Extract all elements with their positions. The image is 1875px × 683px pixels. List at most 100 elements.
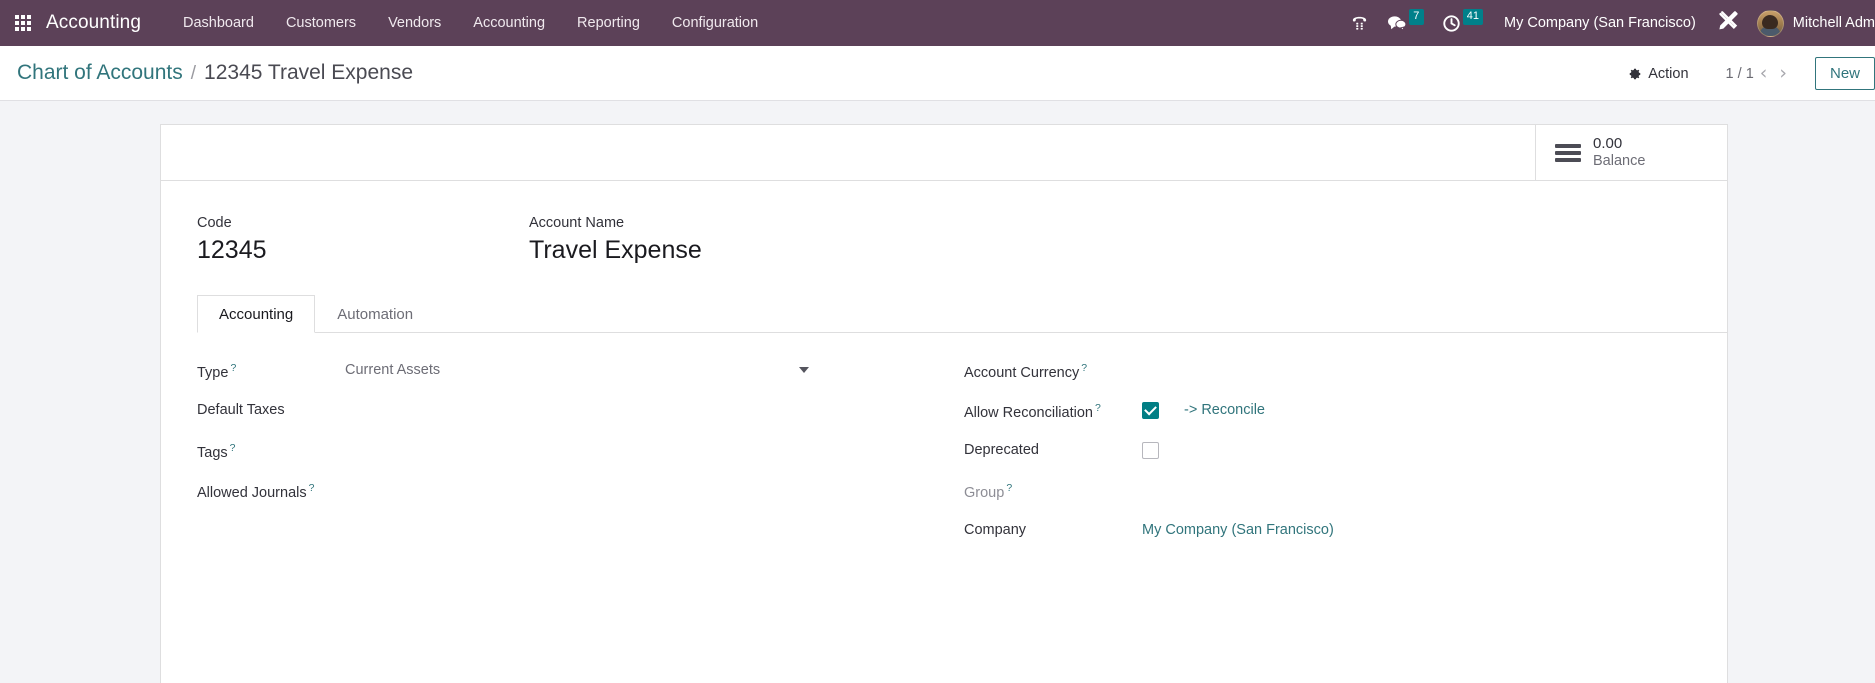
account-currency-label-text: Account Currency — [964, 364, 1080, 381]
allowed-journals-label-text: Allowed Journals — [197, 484, 307, 501]
group-label-text: Group — [964, 484, 1005, 501]
company-field-value: My Company (San Francisco) — [1142, 519, 1687, 541]
top-navbar: Accounting Dashboard Customers Vendors A… — [0, 0, 1875, 46]
pager: 1 / 1 ‹ › — [1726, 64, 1793, 83]
notebook: Accounting Automation Type? Current Asse… — [161, 294, 1727, 559]
activities-count-badge: 41 — [1462, 9, 1484, 25]
field-row-allow-reconciliation: Allow Reconciliation? -> Reconcile — [964, 399, 1687, 437]
tooltip-icon[interactable]: ? — [1081, 362, 1087, 374]
company-label-text: Company — [964, 521, 1027, 538]
action-menu-button[interactable]: Action — [1619, 61, 1697, 87]
field-row-group: Group? — [964, 479, 1687, 517]
tags-field-value[interactable] — [345, 439, 890, 461]
balance-stat-button[interactable]: 0.00 Balance — [1535, 125, 1727, 180]
account-name-field-label: Account Name — [529, 215, 625, 231]
messages-count-badge: 7 — [1408, 9, 1424, 25]
field-row-deprecated: Deprecated — [964, 439, 1687, 477]
stat-button-row: 0.00 Balance — [161, 125, 1727, 181]
chevron-down-icon — [799, 366, 809, 373]
code-field-label: Code — [197, 215, 232, 231]
main-menu: Dashboard Customers Vendors Accounting R… — [167, 0, 774, 46]
form-fields-grid: Type? Current Assets Default Taxes Tags … — [197, 333, 1727, 559]
allow-reconciliation-checkbox[interactable] — [1142, 401, 1159, 419]
menu-item-customers[interactable]: Customers — [270, 0, 372, 46]
apps-grid-icon[interactable] — [6, 0, 40, 46]
messages-counter[interactable]: 7 — [1378, 0, 1433, 46]
field-row-tags: Tags? — [197, 439, 890, 477]
company-switcher[interactable]: My Company (San Francisco) — [1492, 15, 1708, 31]
deprecated-checkbox[interactable] — [1142, 441, 1159, 459]
allow-reconciliation-field-label: Allow Reconciliation? — [964, 399, 1142, 421]
tags-field-label: Tags? — [197, 439, 345, 461]
code-field-value[interactable]: 12345 — [197, 236, 529, 266]
activities-counter[interactable]: 41 — [1433, 0, 1492, 46]
balance-value: 0.00 — [1593, 135, 1623, 153]
chevron-left-icon[interactable]: ‹ — [1754, 64, 1774, 83]
type-label-text: Type — [197, 364, 229, 381]
tooltip-icon[interactable]: ? — [230, 442, 236, 454]
menu-item-vendors[interactable]: Vendors — [372, 0, 457, 46]
app-brand-name[interactable]: Accounting — [46, 12, 141, 34]
allow-reconciliation-field-value: -> Reconcile — [1142, 399, 1687, 421]
account-currency-field-label: Account Currency? — [964, 359, 1142, 381]
code-field-group: Code 12345 — [197, 215, 529, 266]
new-record-button[interactable]: New — [1814, 57, 1875, 90]
tab-automation[interactable]: Automation — [315, 295, 435, 333]
menu-item-accounting[interactable]: Accounting — [457, 0, 561, 46]
type-select[interactable]: Current Assets — [345, 362, 811, 378]
allow-reconciliation-row: -> Reconcile — [1142, 401, 1687, 419]
allow-reconciliation-label-text: Allow Reconciliation — [964, 404, 1093, 421]
tools-wrench-icon[interactable] — [1708, 10, 1749, 36]
phone-keypad-icon[interactable] — [1341, 0, 1378, 46]
breadcrumb-separator: / — [190, 63, 197, 84]
chevron-right-icon[interactable]: › — [1773, 64, 1793, 83]
company-field-label: Company — [964, 519, 1142, 538]
form-column-left: Type? Current Assets Default Taxes Tags … — [197, 359, 942, 559]
deprecated-row — [1142, 441, 1687, 459]
tooltip-icon[interactable]: ? — [1006, 482, 1012, 494]
menu-item-dashboard[interactable]: Dashboard — [167, 0, 270, 46]
default-taxes-field-label: Default Taxes — [197, 399, 345, 418]
field-row-type: Type? Current Assets — [197, 359, 890, 397]
account-name-field-value[interactable]: Travel Expense — [529, 236, 702, 266]
account-name-field-group: Account Name Travel Expense — [529, 215, 702, 266]
default-taxes-label-text: Default Taxes — [197, 401, 285, 418]
breadcrumb: Chart of Accounts / 12345 Travel Expense — [0, 61, 413, 85]
deprecated-field-label: Deprecated — [964, 439, 1142, 458]
form-view-page: 0.00 Balance Code 12345 Account Name Tra… — [0, 101, 1875, 683]
field-row-account-currency: Account Currency? — [964, 359, 1687, 397]
breadcrumb-root-link[interactable]: Chart of Accounts — [17, 61, 183, 85]
user-menu[interactable]: Mitchell Adm — [1749, 9, 1875, 37]
deprecated-label-text: Deprecated — [964, 441, 1039, 458]
tooltip-icon[interactable]: ? — [309, 482, 315, 494]
gear-icon — [1628, 67, 1642, 81]
control-panel-right: Action 1 / 1 ‹ › New — [1619, 46, 1875, 101]
field-row-allowed-journals: Allowed Journals? — [197, 479, 890, 517]
field-row-company: Company My Company (San Francisco) — [964, 519, 1687, 557]
tab-accounting[interactable]: Accounting — [197, 294, 316, 333]
menu-item-configuration[interactable]: Configuration — [656, 0, 774, 46]
group-field-value[interactable] — [1142, 479, 1687, 501]
default-taxes-field-value[interactable] — [345, 399, 890, 421]
breadcrumb-current-record: 12345 Travel Expense — [204, 61, 414, 84]
deprecated-field-value — [1142, 439, 1687, 461]
record-title-block: Code 12345 Account Name Travel Expense — [161, 181, 1727, 266]
field-row-default-taxes: Default Taxes — [197, 399, 890, 437]
user-name-label: Mitchell Adm — [1792, 15, 1875, 31]
tooltip-icon[interactable]: ? — [1095, 402, 1101, 414]
reconcile-link[interactable]: -> Reconcile — [1184, 402, 1265, 418]
allowed-journals-field-value[interactable] — [345, 479, 890, 501]
pager-value[interactable]: 1 / 1 — [1726, 66, 1754, 82]
tags-label-text: Tags — [197, 444, 228, 461]
control-panel: Chart of Accounts / 12345 Travel Expense… — [0, 46, 1875, 101]
notebook-tabs: Accounting Automation — [197, 294, 1727, 333]
type-field-label: Type? — [197, 359, 345, 381]
balance-label: Balance — [1593, 152, 1646, 169]
menu-item-reporting[interactable]: Reporting — [561, 0, 656, 46]
company-link[interactable]: My Company (San Francisco) — [1142, 522, 1334, 538]
account-currency-field-value[interactable] — [1142, 359, 1687, 381]
type-selected-value: Current Assets — [345, 361, 441, 378]
tooltip-icon[interactable]: ? — [230, 362, 236, 374]
record-sheet: 0.00 Balance Code 12345 Account Name Tra… — [160, 124, 1728, 683]
systray: 7 41 My Company (San Francisco) Mitchell… — [1341, 0, 1875, 46]
